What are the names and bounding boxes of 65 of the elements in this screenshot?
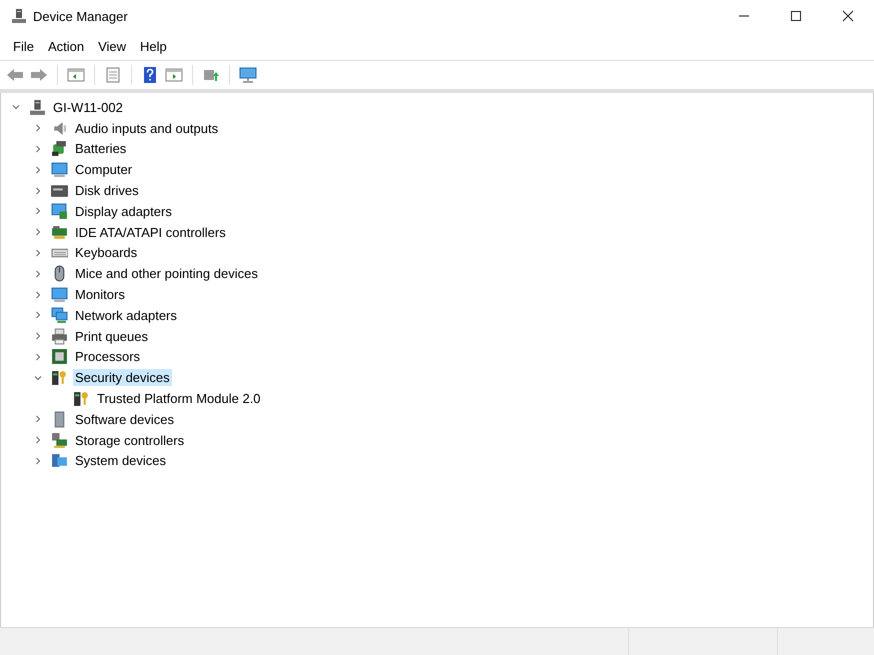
expand-chevron-icon[interactable]: [34, 456, 42, 465]
maximize-icon: [790, 10, 802, 22]
tree-item[interactable]: Disk drives: [73, 182, 141, 200]
tree-item[interactable]: Storage controllers: [73, 432, 186, 449]
window-panel-icon: [67, 67, 85, 83]
tree-item[interactable]: Processors: [73, 348, 142, 366]
document-icon: [104, 67, 122, 83]
tree-item[interactable]: Print queues: [73, 328, 150, 345]
display-icon: [51, 202, 68, 220]
expand-chevron-icon[interactable]: [34, 248, 42, 257]
collapse-chevron-icon[interactable]: [34, 374, 42, 382]
expand-chevron-icon[interactable]: [34, 207, 42, 216]
expand-chevron-icon[interactable]: [34, 436, 42, 444]
device-arrow-icon: [202, 67, 220, 83]
tree-item[interactable]: Monitors: [73, 286, 127, 304]
expand-chevron-icon[interactable]: [34, 415, 42, 424]
window-title: Device Manager: [33, 8, 128, 24]
tree-item[interactable]: GI-W11-002: [51, 98, 125, 116]
battery-icon: [51, 140, 68, 158]
expand-chevron-icon[interactable]: [34, 332, 42, 340]
storage-icon: [51, 432, 68, 449]
menu-item[interactable]: File: [6, 36, 41, 56]
tree-item[interactable]: Trusted Platform Module 2.0: [95, 390, 263, 408]
expand-chevron-icon[interactable]: [34, 290, 42, 299]
menu-item[interactable]: View: [91, 36, 134, 56]
expand-chevron-icon[interactable]: [34, 311, 42, 320]
right-arrow-icon: [30, 67, 48, 83]
expand-chevron-icon[interactable]: [34, 166, 42, 174]
menu-item[interactable]: Action: [40, 36, 92, 56]
computer-icon: [11, 8, 27, 24]
computer-icon: [29, 98, 46, 116]
close-icon: [842, 10, 854, 22]
tree-item[interactable]: System devices: [73, 452, 168, 470]
key-icon: [73, 390, 90, 408]
tree-item[interactable]: Network adapters: [73, 306, 179, 324]
collapse-chevron-icon[interactable]: [12, 103, 20, 112]
expand-chevron-icon[interactable]: [34, 270, 42, 278]
tree-item[interactable]: Display adapters: [73, 202, 174, 220]
monitor-icon: [51, 286, 68, 304]
tree-item[interactable]: Mice and other pointing devices: [73, 265, 260, 282]
help-icon: [141, 67, 159, 83]
monitor-icon: [51, 161, 68, 178]
chip-icon: [51, 348, 68, 366]
printer-icon: [51, 328, 68, 345]
tree-item[interactable]: Batteries: [73, 140, 128, 158]
tree-item[interactable]: Security devices: [73, 369, 172, 386]
system-icon: [51, 452, 68, 470]
tree-item[interactable]: IDE ATA/ATAPI controllers: [73, 224, 228, 241]
expand-chevron-icon[interactable]: [34, 144, 42, 153]
tree-item[interactable]: Keyboards: [73, 244, 140, 262]
key-icon: [51, 369, 68, 386]
menu-item[interactable]: Help: [133, 36, 174, 56]
speaker-icon: [51, 120, 68, 137]
window-panel-icon: [165, 67, 183, 83]
card-icon: [51, 224, 68, 241]
left-arrow-icon: [6, 67, 24, 83]
tree-item[interactable]: Software devices: [73, 410, 176, 428]
monitor-icon: [239, 67, 257, 83]
expand-chevron-icon[interactable]: [34, 352, 42, 361]
tree-item[interactable]: Audio inputs and outputs: [73, 120, 220, 137]
network-icon: [51, 306, 68, 324]
expand-chevron-icon[interactable]: [34, 124, 42, 132]
expand-chevron-icon[interactable]: [34, 186, 42, 195]
expand-chevron-icon[interactable]: [34, 228, 42, 236]
tree-item[interactable]: Computer: [73, 161, 134, 178]
